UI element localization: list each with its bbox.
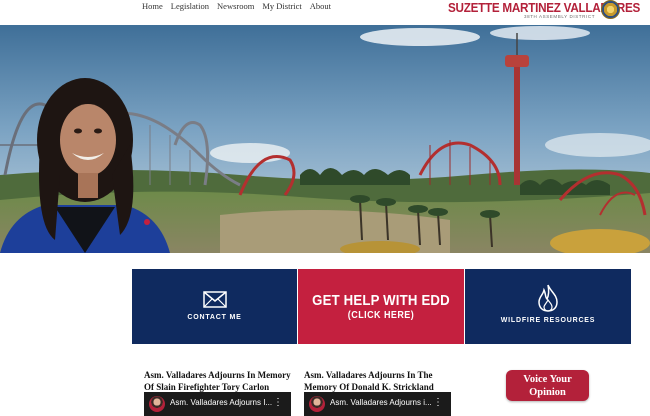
contact-me-button[interactable]: CONTACT ME xyxy=(132,269,297,344)
nav-item-about[interactable]: About xyxy=(310,1,331,11)
voice-your-opinion-line1: Voice Your xyxy=(523,374,572,385)
edd-help-title: GET HELP WITH EDD xyxy=(312,292,450,309)
nav-item-my-district[interactable]: My District xyxy=(262,1,301,11)
voice-your-opinion-button[interactable]: Voice Your Opinion xyxy=(506,370,589,401)
news-item-2-video-title: Asm. Valladares Adjourns i... xyxy=(330,398,432,407)
flame-icon xyxy=(538,284,558,312)
news-item-1-video-title: Asm. Valladares Adjourns I... xyxy=(170,398,273,407)
envelope-icon xyxy=(203,291,227,308)
news-item-1-title[interactable]: Asm. Valladares Adjourns In Memory Of Sl… xyxy=(144,370,294,393)
cta-row: CONTACT ME GET HELP WITH EDD (CLICK HERE… xyxy=(132,269,631,344)
more-options-icon[interactable]: ⋮ xyxy=(273,397,283,408)
nav-item-legislation[interactable]: Legislation xyxy=(171,1,209,11)
nav-item-newsroom[interactable]: Newsroom xyxy=(217,1,254,11)
voice-your-opinion-line2: Opinion xyxy=(529,387,566,398)
news-item-2-title-line1: Asm. Valladares Adjourns In The xyxy=(304,370,433,380)
edd-help-subtitle: (CLICK HERE) xyxy=(347,310,415,321)
more-options-icon[interactable]: ⋮ xyxy=(433,397,443,408)
nav-item-home[interactable]: Home xyxy=(142,1,163,11)
wildfire-resources-button[interactable]: WILDFIRE RESOURCES xyxy=(465,269,631,344)
channel-avatar xyxy=(149,396,165,412)
news-item-1-video[interactable]: Asm. Valladares Adjourns I... ⋮ xyxy=(144,392,291,416)
news-item-2-title[interactable]: Asm. Valladares Adjourns In The Memory O… xyxy=(304,370,454,393)
wildfire-resources-label: WILDFIRE RESOURCES xyxy=(500,317,596,324)
hero-image xyxy=(0,25,650,253)
assembly-seal-icon xyxy=(601,0,620,19)
hero-banner xyxy=(0,25,650,253)
brand-subtitle: 38TH ASSEMBLY DISTRICT xyxy=(524,14,596,19)
channel-avatar xyxy=(309,396,325,412)
site-logo[interactable]: SUZETTE MARTINEZ VALLADARES 38TH ASSEMBL… xyxy=(448,0,640,24)
main-nav: Home Legislation Newsroom My District Ab… xyxy=(142,1,331,11)
news-item-2-video[interactable]: Asm. Valladares Adjourns i... ⋮ xyxy=(304,392,451,416)
top-bar: Home Legislation Newsroom My District Ab… xyxy=(0,0,650,24)
news-item-1-title-line1: Asm. Valladares Adjourns In Memory xyxy=(144,370,291,380)
contact-me-label: CONTACT ME xyxy=(187,314,242,321)
edd-help-button[interactable]: GET HELP WITH EDD (CLICK HERE) xyxy=(297,269,465,344)
